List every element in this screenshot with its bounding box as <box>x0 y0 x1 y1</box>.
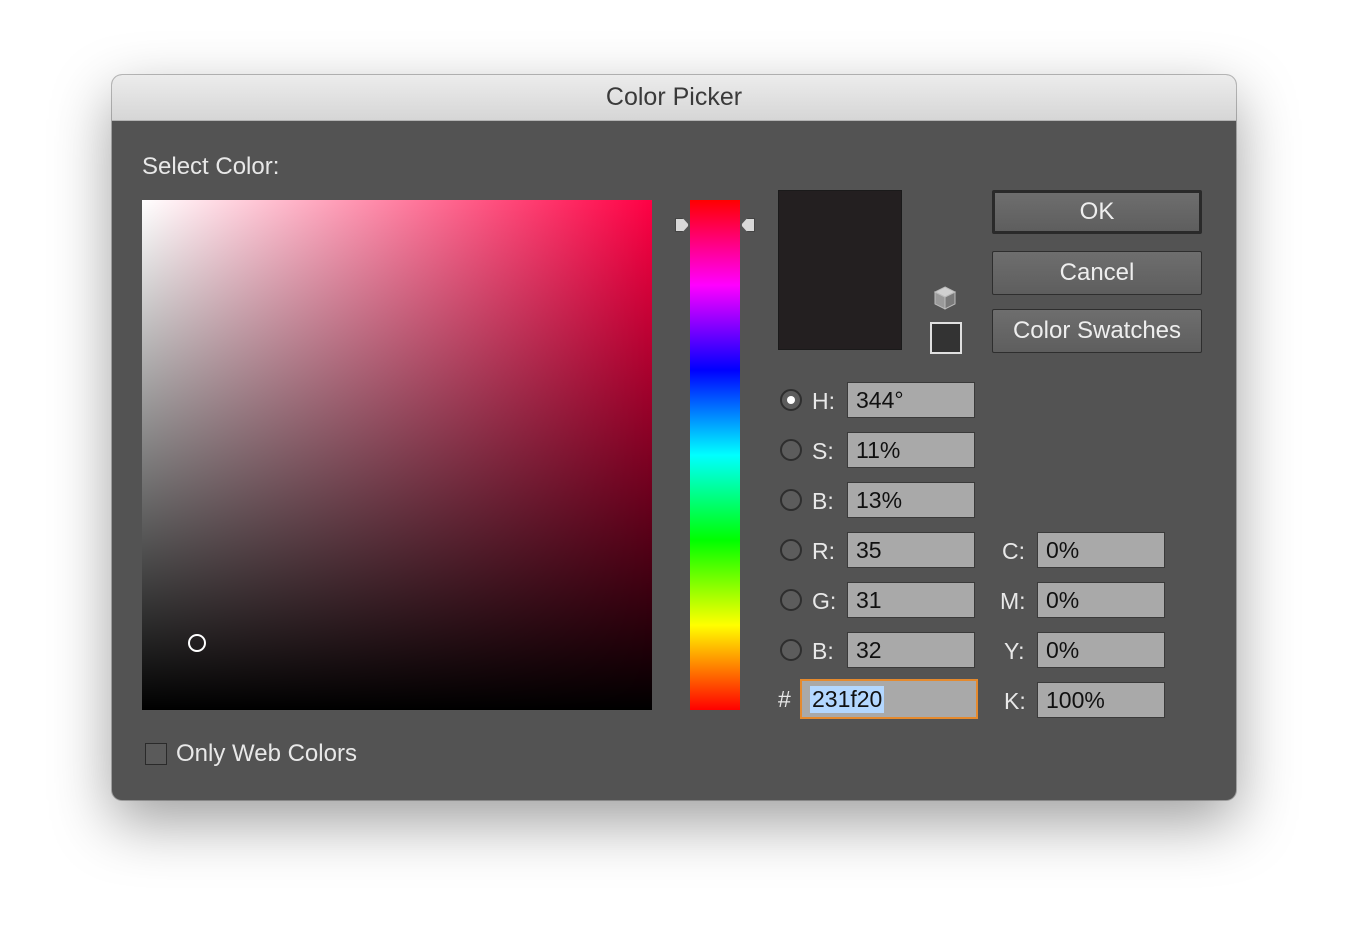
red-label: R: <box>812 538 835 564</box>
green-input[interactable]: 31 <box>847 582 975 618</box>
saturation-label: S: <box>812 438 834 464</box>
brightness-label: B: <box>812 488 834 514</box>
select-color-label: Select Color: <box>142 153 280 180</box>
current-color-swatch <box>778 190 902 350</box>
green-label: G: <box>812 588 837 614</box>
web-safe-color-swatch[interactable] <box>930 322 962 354</box>
hue-radio[interactable] <box>780 389 802 411</box>
red-input[interactable]: 35 <box>847 532 975 568</box>
hex-input[interactable]: 231f20 <box>800 679 978 719</box>
color-field-cursor[interactable] <box>188 634 206 652</box>
hue-slider-left-arrow[interactable] <box>675 218 689 232</box>
black-input[interactable]: 100% <box>1037 682 1165 718</box>
magenta-label: M: <box>1000 588 1026 614</box>
hex-prefix-label: # <box>778 686 791 712</box>
hue-label: H: <box>812 388 835 414</box>
color-picker-dialog: Color Picker Select Color: OK Cancel Col… <box>112 75 1236 800</box>
window-titlebar[interactable]: Color Picker <box>112 75 1236 121</box>
hue-input[interactable]: 344° <box>847 382 975 418</box>
blue-radio[interactable] <box>780 639 802 661</box>
only-web-colors-checkbox[interactable] <box>145 743 167 765</box>
hue-slider-right-arrow[interactable] <box>741 218 755 232</box>
blue-label: B: <box>812 638 834 664</box>
brightness-input[interactable]: 13% <box>847 482 975 518</box>
ok-button[interactable]: OK <box>992 190 1202 234</box>
cancel-button[interactable]: Cancel <box>992 251 1202 295</box>
yellow-label: Y: <box>1004 638 1025 664</box>
color-swatches-button[interactable]: Color Swatches <box>992 309 1202 353</box>
brightness-radio[interactable] <box>780 489 802 511</box>
black-label: K: <box>1004 688 1026 714</box>
hex-value: 231f20 <box>810 685 885 713</box>
cyan-input[interactable]: 0% <box>1037 532 1165 568</box>
blue-input[interactable]: 32 <box>847 632 975 668</box>
hue-slider[interactable] <box>690 200 740 710</box>
window-title: Color Picker <box>605 83 743 111</box>
cube-icon[interactable] <box>932 285 958 311</box>
red-radio[interactable] <box>780 539 802 561</box>
cyan-label: C: <box>1002 538 1025 564</box>
saturation-radio[interactable] <box>780 439 802 461</box>
green-radio[interactable] <box>780 589 802 611</box>
only-web-colors-label[interactable]: Only Web Colors <box>176 740 357 768</box>
saturation-input[interactable]: 11% <box>847 432 975 468</box>
color-field[interactable] <box>142 200 652 710</box>
yellow-input[interactable]: 0% <box>1037 632 1165 668</box>
magenta-input[interactable]: 0% <box>1037 582 1165 618</box>
